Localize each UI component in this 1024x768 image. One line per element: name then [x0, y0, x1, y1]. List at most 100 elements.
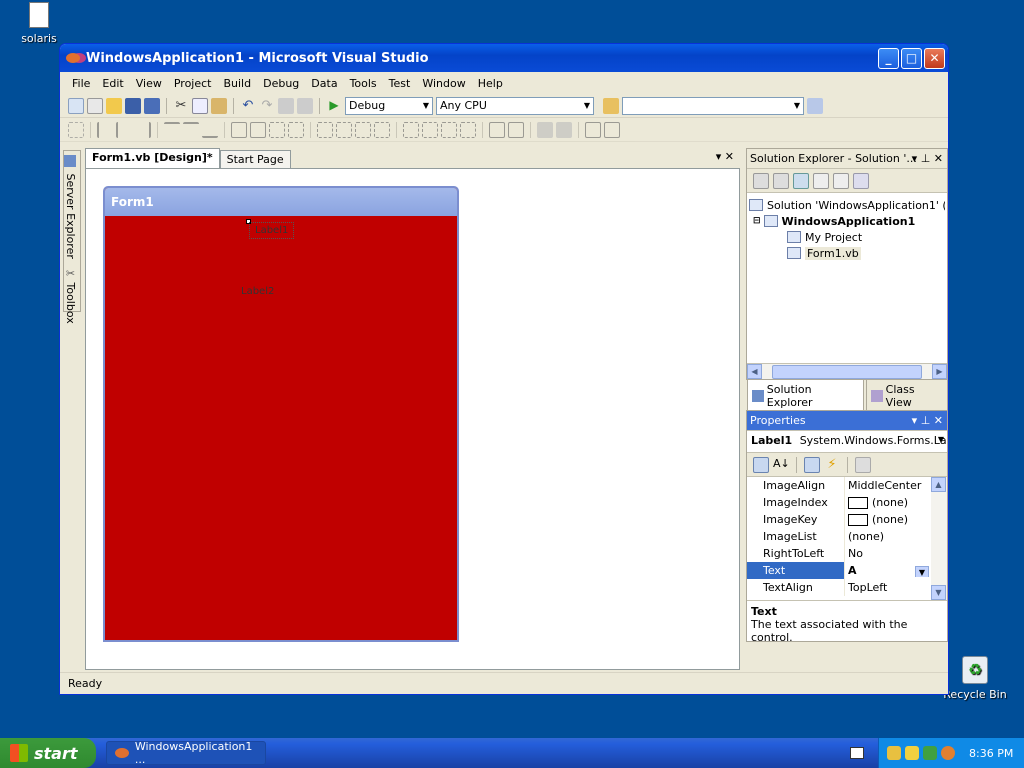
desktop-icon-recycle-bin[interactable]: ♻ Recycle Bin [940, 656, 1010, 701]
menu-edit[interactable]: Edit [96, 77, 129, 90]
bring-to-front-icon[interactable] [537, 121, 553, 138]
label2-control[interactable]: Label2 [241, 286, 274, 297]
align-centers-icon[interactable] [116, 121, 132, 138]
security-shield-icon[interactable] [905, 746, 919, 760]
search-icon[interactable] [941, 746, 955, 760]
make-same-height-icon[interactable] [250, 121, 266, 138]
property-row[interactable]: RightToLeft No [747, 545, 947, 562]
toolbox-tab[interactable]: ✂ Toolbox [64, 263, 77, 328]
solution-explorer-header[interactable]: Solution Explorer - Solution '... ▾ ⊥ ✕ [747, 149, 947, 169]
undo-icon[interactable]: ↶ [240, 98, 256, 114]
align-to-grid-icon[interactable] [68, 121, 84, 138]
paste-icon[interactable] [211, 97, 227, 114]
tree-item-my-project[interactable]: My Project [749, 229, 945, 245]
navigate-backward-icon[interactable] [278, 97, 294, 114]
menu-file[interactable]: File [66, 77, 96, 90]
horizontal-scrollbar[interactable]: ◀ ▶ [747, 363, 947, 379]
menu-debug[interactable]: Debug [257, 77, 305, 90]
tab-form1-design[interactable]: Form1.vb [Design]* [85, 148, 220, 168]
decrease-vertical-spacing-icon[interactable] [441, 121, 457, 138]
horizontal-spacing-icon[interactable] [317, 121, 333, 138]
align-bottoms-icon[interactable] [202, 122, 218, 138]
vertical-spacing-icon[interactable] [403, 121, 419, 138]
increase-vertical-spacing-icon[interactable] [422, 121, 438, 138]
tab-order-icon[interactable] [585, 121, 601, 138]
label1-control[interactable]: Label1 [249, 222, 295, 239]
align-lefts-icon[interactable] [97, 121, 113, 138]
add-item-icon[interactable] [87, 97, 103, 114]
cut-icon[interactable]: ✂ [173, 98, 189, 114]
title-bar[interactable]: WindowsApplication1 - Microsoft Visual S… [60, 44, 948, 72]
scroll-left-icon[interactable]: ◀ [747, 364, 762, 379]
dropdown-arrow-icon[interactable]: ▼ [915, 566, 929, 577]
tab-class-view[interactable]: Class View [865, 380, 948, 413]
menu-view[interactable]: View [130, 77, 168, 90]
size-to-grid-icon[interactable] [269, 121, 285, 138]
tab-solution-explorer[interactable]: Solution Explorer [747, 380, 864, 413]
view-designer-icon[interactable] [833, 172, 849, 189]
property-row[interactable]: TextAlign TopLeft [747, 579, 947, 596]
tree-item-project[interactable]: ⊟ WindowsApplication1 [749, 213, 945, 229]
show-all-files-icon[interactable] [773, 172, 789, 189]
properties-icon[interactable] [753, 172, 769, 189]
properties-header[interactable]: Properties ▾ ⊥ ✕ [747, 411, 947, 431]
close-button[interactable]: ✕ [924, 47, 945, 69]
categorized-icon[interactable] [753, 456, 769, 473]
send-to-back-icon[interactable] [556, 121, 572, 138]
scroll-up-icon[interactable]: ▲ [931, 477, 946, 492]
find-icon[interactable] [807, 97, 823, 114]
save-icon[interactable] [125, 97, 141, 114]
panel-controls[interactable]: ▾ ⊥ ✕ [912, 152, 943, 165]
taskbar-item-visual-studio[interactable]: WindowsApplication1 ... [106, 740, 266, 766]
align-middles-icon[interactable] [183, 121, 199, 138]
menu-test[interactable]: Test [383, 77, 417, 90]
vertical-scrollbar[interactable]: ▲ ▼ [931, 477, 947, 600]
minimize-button[interactable]: _ [878, 47, 899, 69]
center-vertically-icon[interactable] [508, 121, 524, 138]
menu-help[interactable]: Help [472, 77, 509, 90]
scroll-down-icon[interactable]: ▼ [931, 585, 946, 600]
save-all-icon[interactable] [144, 97, 160, 114]
view-code-icon[interactable] [813, 172, 829, 189]
tab-start-page[interactable]: Start Page [219, 150, 291, 168]
property-row[interactable]: ImageList (none) [747, 528, 947, 545]
form1-preview[interactable]: Form1 Label1 Label2 [103, 186, 459, 642]
tree-item-solution[interactable]: Solution 'WindowsApplication1' (1 pr [749, 197, 945, 213]
maximize-button[interactable]: □ [901, 47, 922, 69]
find-combo[interactable]: ▼ [622, 96, 804, 115]
solution-configuration-select[interactable]: Debug ▼ [345, 96, 433, 115]
collapse-icon[interactable]: ⊟ [753, 216, 761, 226]
open-file-icon[interactable] [106, 97, 122, 114]
property-row[interactable]: ImageKey (none) [747, 511, 947, 528]
new-project-icon[interactable] [68, 97, 84, 114]
object-selector[interactable]: Label1 System.Windows.Forms.Labe ▼ [747, 431, 947, 453]
events-icon[interactable]: ⚡ [824, 457, 840, 473]
lock-controls-icon[interactable] [604, 121, 620, 138]
decrease-horizontal-spacing-icon[interactable] [355, 121, 371, 138]
center-horizontally-icon[interactable] [489, 121, 505, 138]
menu-tools[interactable]: Tools [344, 77, 383, 90]
menu-window[interactable]: Window [416, 77, 471, 90]
desktop-icon-solaris[interactable]: solaris [4, 2, 74, 45]
designer-surface[interactable]: Form1 Label1 Label2 [87, 170, 738, 668]
property-row-selected[interactable]: Text A ▼ [747, 562, 947, 579]
property-pages-icon[interactable] [855, 456, 871, 473]
make-same-width-icon[interactable] [231, 121, 247, 138]
solution-platform-select[interactable]: Any CPU ▼ [436, 96, 594, 115]
make-same-size-icon[interactable] [288, 121, 304, 138]
scroll-right-icon[interactable]: ▶ [932, 364, 947, 379]
remove-horizontal-spacing-icon[interactable] [374, 121, 390, 138]
remove-vertical-spacing-icon[interactable] [460, 121, 476, 138]
menu-data[interactable]: Data [305, 77, 343, 90]
redo-icon[interactable]: ↷ [259, 98, 275, 114]
start-button[interactable]: start [0, 738, 96, 768]
property-row[interactable]: ImageAlign MiddleCenter [747, 477, 947, 494]
menu-project[interactable]: Project [168, 77, 218, 90]
start-debugging-icon[interactable]: ▶ [326, 98, 342, 114]
class-diagram-icon[interactable] [853, 172, 869, 189]
copy-icon[interactable] [192, 97, 208, 114]
keyboard-icon[interactable] [850, 747, 864, 759]
property-row[interactable]: ImageIndex (none) [747, 494, 947, 511]
server-explorer-tab[interactable]: Server Explorer [64, 151, 77, 263]
alphabetical-icon[interactable]: A↓ [773, 457, 790, 473]
